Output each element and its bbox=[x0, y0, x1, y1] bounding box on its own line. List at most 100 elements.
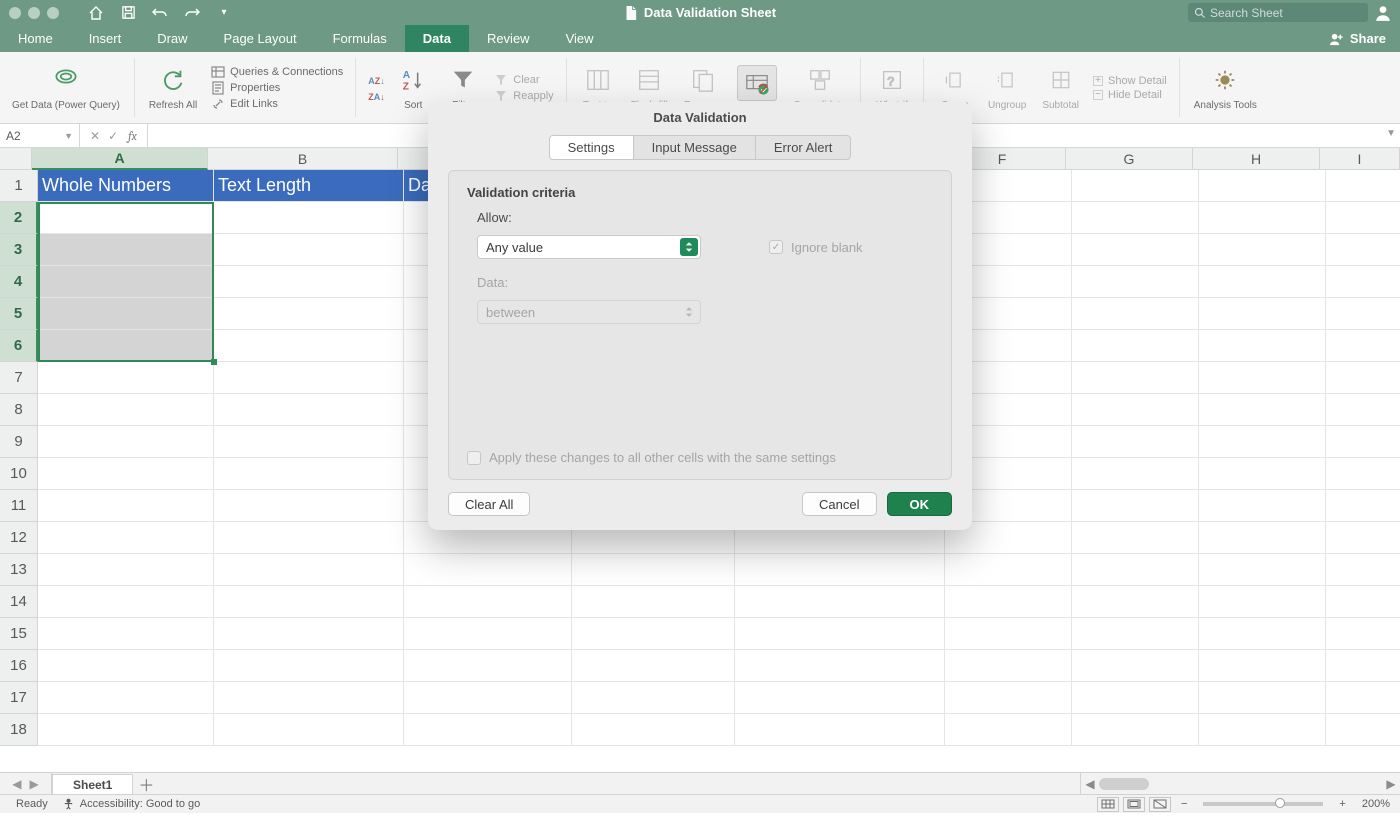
cell[interactable] bbox=[1326, 618, 1400, 650]
cell[interactable] bbox=[572, 682, 735, 714]
cell[interactable] bbox=[572, 618, 735, 650]
menu-formulas[interactable]: Formulas bbox=[315, 25, 405, 52]
cell[interactable] bbox=[38, 234, 214, 266]
cell[interactable] bbox=[1326, 458, 1400, 490]
cell[interactable] bbox=[214, 330, 404, 362]
zoom-level[interactable]: 200% bbox=[1362, 798, 1390, 810]
cell[interactable] bbox=[1326, 394, 1400, 426]
zoom-slider[interactable] bbox=[1203, 802, 1323, 806]
cell[interactable] bbox=[214, 394, 404, 426]
cell[interactable] bbox=[735, 714, 945, 746]
menu-data[interactable]: Data bbox=[405, 25, 469, 52]
cell[interactable] bbox=[214, 650, 404, 682]
properties-button[interactable]: Properties bbox=[211, 81, 343, 95]
cell[interactable] bbox=[38, 202, 214, 234]
cell[interactable] bbox=[572, 714, 735, 746]
cell[interactable] bbox=[214, 586, 404, 618]
cell[interactable] bbox=[1326, 426, 1400, 458]
cell[interactable] bbox=[1326, 714, 1400, 746]
cell[interactable] bbox=[214, 234, 404, 266]
cell[interactable] bbox=[1072, 362, 1199, 394]
view-page-layout-button[interactable] bbox=[1123, 797, 1145, 812]
cell[interactable] bbox=[1072, 298, 1199, 330]
cell[interactable] bbox=[1072, 458, 1199, 490]
row-header[interactable]: 11 bbox=[0, 490, 38, 522]
show-detail-button[interactable]: +Show Detail bbox=[1093, 75, 1167, 87]
horizontal-scrollbar[interactable]: ◀ ▶ bbox=[1080, 773, 1400, 794]
accept-formula-icon[interactable]: ✓ bbox=[108, 129, 118, 143]
cell[interactable] bbox=[1199, 490, 1326, 522]
combo-toggle-icon[interactable] bbox=[680, 238, 698, 256]
row-header[interactable]: 7 bbox=[0, 362, 38, 394]
cell[interactable] bbox=[572, 554, 735, 586]
cell[interactable] bbox=[572, 650, 735, 682]
cell[interactable] bbox=[214, 458, 404, 490]
cell[interactable] bbox=[1326, 266, 1400, 298]
chevron-down-icon[interactable]: ▼ bbox=[64, 131, 73, 141]
edit-links-button[interactable]: Edit Links bbox=[211, 97, 343, 111]
cell[interactable] bbox=[1199, 298, 1326, 330]
cell[interactable] bbox=[945, 618, 1072, 650]
cell[interactable] bbox=[1199, 330, 1326, 362]
cell[interactable] bbox=[735, 586, 945, 618]
row-header[interactable]: 15 bbox=[0, 618, 38, 650]
sort-desc-button[interactable]: ZA↓ bbox=[368, 92, 382, 106]
more-icon[interactable]: ▾ bbox=[215, 4, 233, 22]
row-header[interactable]: 13 bbox=[0, 554, 38, 586]
cell[interactable] bbox=[214, 618, 404, 650]
cell[interactable] bbox=[214, 522, 404, 554]
cell[interactable] bbox=[1072, 202, 1199, 234]
cell[interactable] bbox=[1072, 234, 1199, 266]
row-header[interactable]: 8 bbox=[0, 394, 38, 426]
cell[interactable] bbox=[38, 330, 214, 362]
cell[interactable] bbox=[1199, 522, 1326, 554]
zoom-out-button[interactable]: − bbox=[1181, 798, 1187, 810]
row-header[interactable]: 6 bbox=[0, 330, 38, 362]
column-header-H[interactable]: H bbox=[1193, 148, 1320, 170]
cell[interactable] bbox=[1072, 682, 1199, 714]
menu-page-layout[interactable]: Page Layout bbox=[206, 25, 315, 52]
cell[interactable] bbox=[1199, 362, 1326, 394]
ungroup-button[interactable]: Ungroup bbox=[980, 52, 1034, 123]
minimize-icon[interactable] bbox=[28, 7, 40, 19]
name-box[interactable]: A2 ▼ bbox=[0, 124, 80, 147]
view-normal-button[interactable] bbox=[1097, 797, 1119, 812]
clear-filter-button[interactable]: Clear bbox=[494, 73, 553, 87]
share-button[interactable]: Share bbox=[1315, 25, 1400, 52]
cell[interactable] bbox=[38, 650, 214, 682]
search-input[interactable]: Search Sheet bbox=[1188, 3, 1368, 22]
cell[interactable] bbox=[735, 618, 945, 650]
cell[interactable]: Whole Numbers bbox=[38, 170, 214, 202]
cell[interactable] bbox=[404, 586, 572, 618]
hide-detail-button[interactable]: −Hide Detail bbox=[1093, 89, 1167, 101]
cell[interactable] bbox=[1326, 490, 1400, 522]
cell[interactable] bbox=[1199, 650, 1326, 682]
reapply-filter-button[interactable]: Reapply bbox=[494, 89, 553, 103]
cell[interactable] bbox=[1326, 650, 1400, 682]
cell[interactable] bbox=[1072, 522, 1199, 554]
cell[interactable] bbox=[214, 426, 404, 458]
cell[interactable] bbox=[1072, 170, 1199, 202]
redo-icon[interactable] bbox=[183, 4, 201, 22]
ok-button[interactable]: OK bbox=[887, 492, 953, 516]
allow-combo[interactable]: Any value bbox=[477, 235, 701, 259]
cell[interactable] bbox=[38, 554, 214, 586]
cell[interactable] bbox=[38, 490, 214, 522]
menu-review[interactable]: Review bbox=[469, 25, 548, 52]
add-sheet-button[interactable]: ＋ bbox=[133, 773, 159, 794]
cell[interactable] bbox=[735, 554, 945, 586]
tab-settings[interactable]: Settings bbox=[550, 136, 634, 159]
cell[interactable] bbox=[1072, 650, 1199, 682]
cell[interactable] bbox=[1326, 330, 1400, 362]
cell[interactable] bbox=[1199, 458, 1326, 490]
cell[interactable] bbox=[38, 266, 214, 298]
zoom-thumb[interactable] bbox=[1275, 798, 1285, 808]
cell[interactable] bbox=[214, 298, 404, 330]
menu-draw[interactable]: Draw bbox=[139, 25, 205, 52]
tab-input-message[interactable]: Input Message bbox=[634, 136, 756, 159]
menu-view[interactable]: View bbox=[548, 25, 612, 52]
cell[interactable] bbox=[214, 266, 404, 298]
cell[interactable] bbox=[38, 458, 214, 490]
clear-all-button[interactable]: Clear All bbox=[448, 492, 530, 516]
close-icon[interactable] bbox=[9, 7, 21, 19]
